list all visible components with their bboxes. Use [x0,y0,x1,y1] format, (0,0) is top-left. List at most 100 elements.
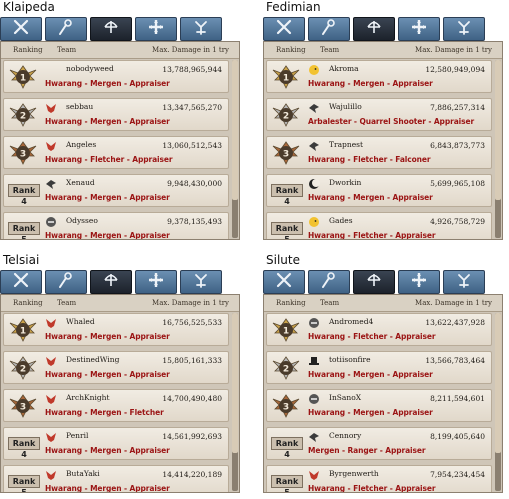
tab-crossed-swords[interactable] [0,17,42,41]
server-panel: Telsiai Ranking Team Max. Damage in 1 try 1 W… [0,253,240,493]
header-team: Team [320,299,340,307]
staff-icon [320,271,338,293]
bow-icon [365,271,383,293]
team-name: ArchKnight [66,393,110,402]
tab-crossed-swords[interactable] [263,17,305,41]
medal-number: 1 [20,74,26,84]
scrollbar-thumb[interactable] [232,313,238,453]
tab-cross[interactable] [135,17,177,41]
scrollbar-thumb[interactable] [495,313,501,453]
rank-medal-icon: 1 [8,317,38,344]
tab-bow[interactable] [353,17,395,41]
team-name: Xenaud [66,178,95,187]
max-damage: 15,805,161,333 [162,356,222,365]
medal-number: 1 [20,327,26,337]
rank-medal-icon: 3 [271,140,301,167]
max-damage: 14,414,220,189 [162,470,222,479]
ranking-row[interactable]: 1 Whaled 16,756,525,533 Hwarang - Mergen - … [3,313,229,346]
bird-icon [45,178,57,190]
tab-staff[interactable] [45,17,87,41]
rank-label: Rank 4 [8,437,40,459]
team-name: Byrgenwerth [329,469,379,478]
scrollbar-thumb[interactable] [232,60,238,200]
bow-icon [102,18,120,40]
bird-icon [308,431,320,443]
rank-label: Rank 5 [271,475,303,492]
ranking-header: Ranking Team Max. Damage in 1 try [1,42,239,59]
ranking-row[interactable]: Rank 4 Dworkin 5,699,965,108 Hwarang - Merg… [266,174,492,207]
ranking-row[interactable]: Rank 5 ButaYaki 14,414,220,189 Hwarang - Me… [3,465,229,492]
rank-medal-icon: 3 [8,393,38,420]
rank-medal-icon: 1 [271,64,301,91]
tab-bow[interactable] [90,270,132,294]
class-composition: Hwarang - Mergen - Fletcher [45,408,164,417]
tab-crossed-swords[interactable] [263,270,305,294]
team-name: nobodyweed [66,64,114,73]
tab-scout[interactable] [180,270,222,294]
header-team: Team [57,46,77,54]
ranking-row[interactable]: 1 Akroma 12,580,949,094 Hwarang - Mergen - … [266,60,492,93]
scrollbar-thumb[interactable] [495,60,501,200]
ranking-header: Ranking Team Max. Damage in 1 try [1,295,239,312]
tab-scout[interactable] [443,270,485,294]
ranking-board: Ranking Team Max. Damage in 1 try 1 Akroma 12… [263,41,503,240]
ranking-row[interactable]: Rank 5 Gades 4,926,758,729 Hwarang - Fletch… [266,212,492,239]
server-panel: Klaipeda Ranking Team Max. Damage in 1 try 1… [0,0,240,240]
tab-cross[interactable] [398,17,440,41]
class-composition: Hwarang - Mergen - Appraiser [308,408,433,417]
fox-icon [45,102,57,114]
rank-label: Rank 5 [271,222,303,239]
tab-scout[interactable] [180,17,222,41]
medal-number: 3 [20,403,26,413]
chick-icon [308,216,320,228]
bird-icon [308,102,320,114]
ranking-row[interactable]: Rank 4 Penril 14,561,992,693 Hwarang - Merg… [3,427,229,460]
class-composition: Arbalester - Quarrel Shooter - Appraiser [308,117,475,126]
medal-number: 3 [283,403,289,413]
tab-scout[interactable] [443,17,485,41]
ranking-row[interactable]: 3 Trapnest 6,843,873,773 Hwarang - Fletcher… [266,136,492,169]
ranking-row[interactable]: 3 InSanoX 8,211,594,601 Hwarang - Mergen - … [266,389,492,422]
ranking-row[interactable]: 1 Andromed4 13,622,437,928 Hwarang - Fletch… [266,313,492,346]
class-composition: Hwarang - Mergen - Appraiser [45,370,170,379]
header-damage: Max. Damage in 1 try [415,299,492,307]
class-composition: Hwarang - Mergen - Appraiser [45,446,170,455]
tab-bow[interactable] [353,270,395,294]
ranking-row[interactable]: 3 Angeles 13,060,512,543 Hwarang - Fletcher… [3,136,229,169]
tab-staff[interactable] [308,17,350,41]
ranking-row[interactable]: Rank 5 Odysseo 9,378,135,493 Hwarang - Merg… [3,212,229,239]
cross-icon [410,271,428,293]
ranking-row[interactable]: 2 DestinedWing 15,805,161,333 Hwarang - Mer… [3,351,229,384]
rank-medal-icon: 3 [271,393,301,420]
ranking-board: Ranking Team Max. Damage in 1 try 1 Whaled 16… [0,294,240,493]
tab-staff[interactable] [308,270,350,294]
tab-cross[interactable] [135,270,177,294]
medal-number: 2 [20,112,26,122]
class-tabs [0,17,240,41]
ranking-row[interactable]: 3 ArchKnight 14,700,490,480 Hwarang - Merge… [3,389,229,422]
tab-bow[interactable] [90,17,132,41]
rank-medal-icon: 1 [271,317,301,344]
server-name: Silute [266,253,300,267]
tab-cross[interactable] [398,270,440,294]
fox-icon [45,317,57,329]
tab-staff[interactable] [45,270,87,294]
header-damage: Max. Damage in 1 try [415,46,492,54]
ranking-row[interactable]: Rank 4 Cennory 8,199,405,640 Mergen - Range… [266,427,492,460]
fox-icon [45,355,57,367]
ranking-row[interactable]: 2 Wajulillo 7,886,257,314 Arbalester - Quar… [266,98,492,131]
ranking-row[interactable]: Rank 5 Byrgenwerth 7,954,234,454 Hwarang - … [266,465,492,492]
ranking-row[interactable]: 2 sebbau 13,347,565,270 Hwarang - Mergen - … [3,98,229,131]
ranking-row[interactable]: 2 totiisonfire 13,566,783,464 Hwarang - Mer… [266,351,492,384]
ranking-row[interactable]: Rank 4 Xenaud 9,948,430,000 Hwarang - Merge… [3,174,229,207]
ranking-row[interactable]: 1 nobodyweed 13,788,965,944 Hwarang - Merge… [3,60,229,93]
class-tabs [0,270,240,294]
rank-medal-icon: 2 [8,102,38,129]
rank-label: Rank 5 [8,222,40,239]
team-name: Odysseo [66,216,98,225]
scout-icon [455,18,473,40]
max-damage: 9,948,430,000 [167,179,222,188]
rank-medal-icon: 2 [271,355,301,382]
tab-crossed-swords[interactable] [0,270,42,294]
ranking-board: Ranking Team Max. Damage in 1 try 1 nobodywe… [0,41,240,240]
